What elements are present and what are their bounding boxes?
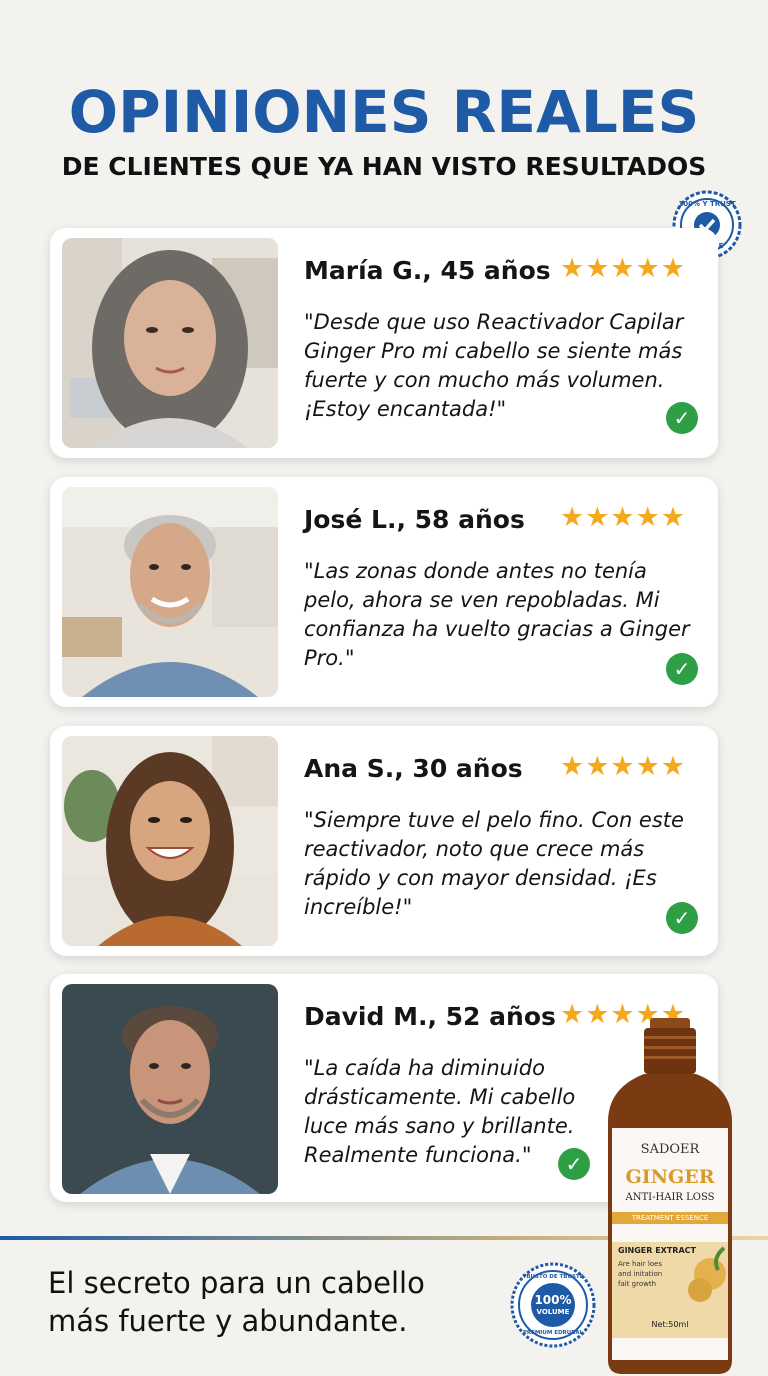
verified-check-icon: ✓ bbox=[666, 402, 698, 434]
product-extract: GINGER EXTRACT bbox=[618, 1246, 696, 1255]
reviewer-name: José L., 58 años bbox=[304, 505, 525, 534]
product-band: TREATMENT ESSENCE bbox=[631, 1214, 709, 1222]
product-line-2: and initation bbox=[618, 1270, 663, 1278]
star-rating: ★★★★★ bbox=[560, 751, 687, 782]
review-quote: "Siempre tuve el pelo fino. Con este rea… bbox=[304, 808, 684, 919]
avatar bbox=[62, 736, 278, 946]
volume-seal: 100% VOLUME TBUSTO DE TBUSTE PREMIUM EDR… bbox=[510, 1262, 596, 1348]
reviewer-name: Ana S., 30 años bbox=[304, 754, 523, 783]
testimonial-card: Ana S., 30 años ★★★★★ "Siempre tuve el p… bbox=[50, 726, 718, 956]
product-subtitle: ANTI-HAIR LOSS bbox=[625, 1192, 715, 1203]
trust-seal-top-line1: 100% Y TRUST bbox=[678, 200, 736, 208]
verified-check-icon: ✓ bbox=[666, 902, 698, 934]
star-rating: ★★★★★ bbox=[560, 502, 687, 533]
reviewer-name: María G., 45 años bbox=[304, 256, 551, 285]
page-title: OPINIONES REALES bbox=[68, 78, 700, 146]
avatar bbox=[62, 487, 278, 697]
testimonial-card: María G., 45 años ★★★★★ "Desde que uso R… bbox=[50, 228, 718, 458]
testimonial-card: José L., 58 años ★★★★★ "Las zonas donde … bbox=[50, 477, 718, 707]
avatar bbox=[62, 984, 278, 1194]
avatar bbox=[62, 238, 278, 448]
review-quote: "La caída ha diminuido drásticamente. Mi… bbox=[304, 1056, 576, 1167]
product-brand: SADOER bbox=[640, 1142, 700, 1157]
volume-seal-word: VOLUME bbox=[536, 1308, 570, 1316]
reviewer-name: David M., 52 años bbox=[304, 1002, 556, 1031]
footer-tagline: El secreto para un cabello más fuerte y … bbox=[48, 1266, 425, 1338]
product-line-1: Are hair loes bbox=[618, 1260, 662, 1268]
product-bottle: SADOER GINGER ANTI-HAIR LOSS TREATMENT E… bbox=[604, 1018, 736, 1376]
volume-seal-percent: 100% bbox=[534, 1293, 572, 1307]
product-line-3: fait growth bbox=[618, 1280, 657, 1288]
verified-check-icon: ✓ bbox=[666, 653, 698, 685]
product-volume: Net:50ml bbox=[651, 1320, 689, 1329]
volume-seal-ring-bottom: PREMIUM EDRUBAL bbox=[522, 1330, 584, 1336]
verified-check-icon: ✓ bbox=[558, 1148, 590, 1180]
star-rating: ★★★★★ bbox=[560, 253, 687, 284]
review-quote: "Desde que uso Reactivador Capilar Ginge… bbox=[304, 310, 684, 421]
volume-seal-ring-top: TBUSTO DE TBUSTE bbox=[522, 1274, 584, 1280]
page-subtitle: DE CLIENTES QUE YA HAN VISTO RESULTADOS bbox=[61, 152, 707, 181]
product-name: GINGER bbox=[625, 1166, 715, 1188]
review-quote: "Las zonas donde antes no tenía pelo, ah… bbox=[304, 559, 690, 670]
